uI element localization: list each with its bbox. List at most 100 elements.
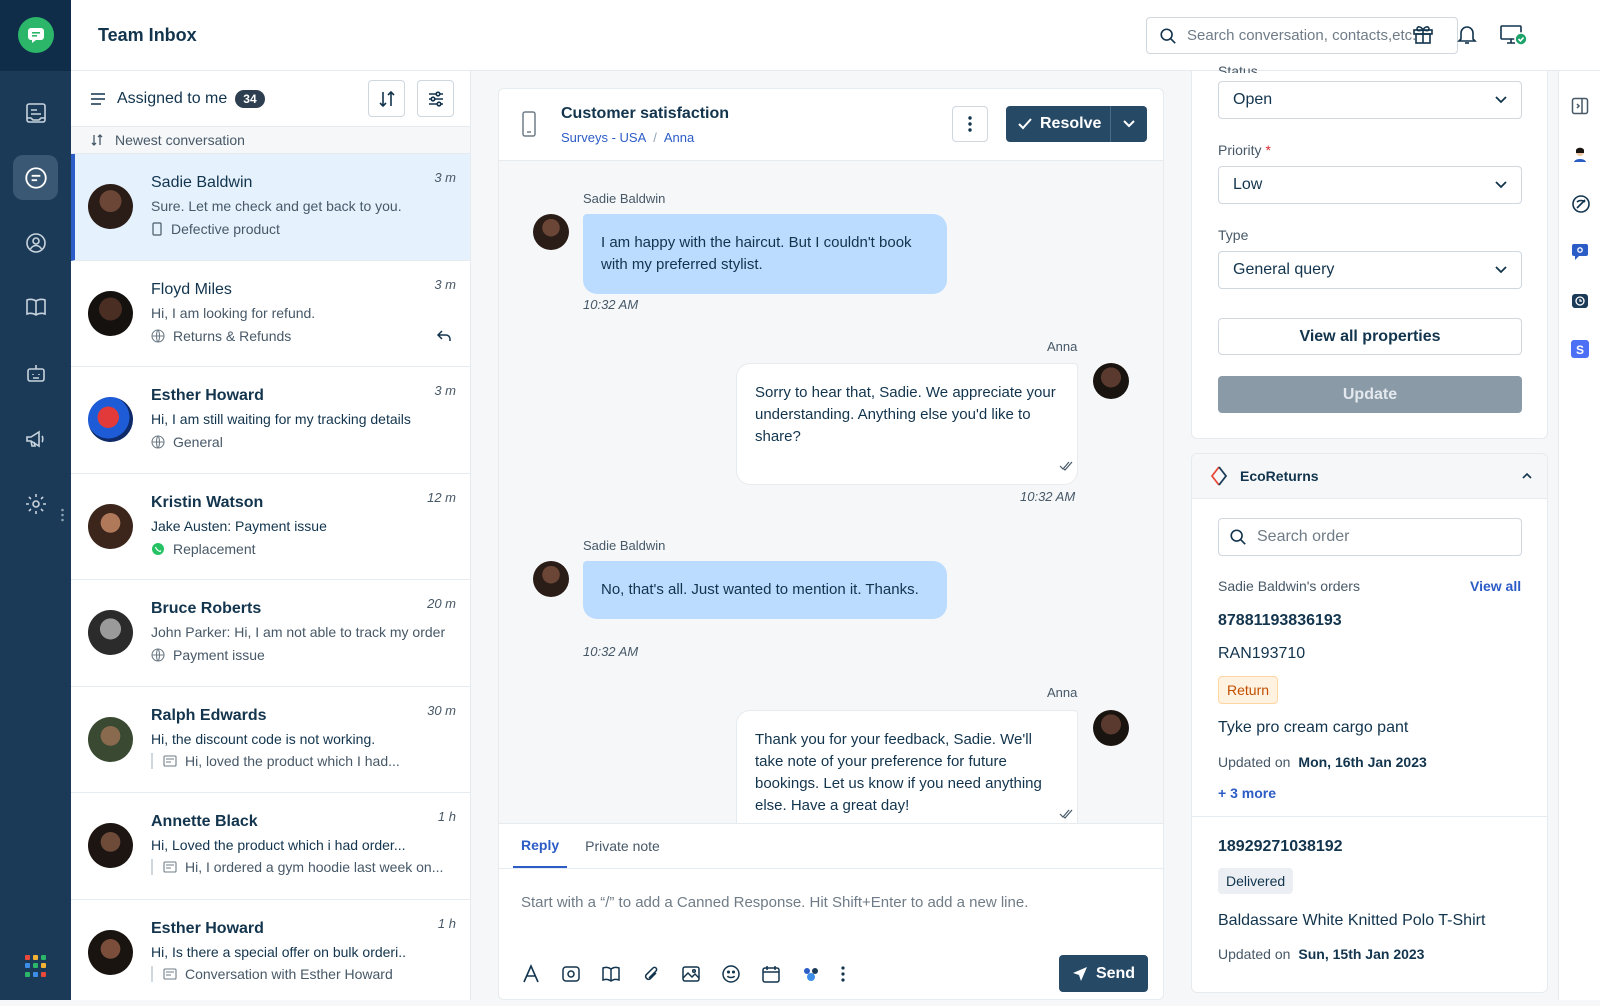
conversation-item[interactable]: Ralph Edwards 30 m Hi, the discount code… [71,687,470,794]
view-all-properties-button[interactable]: View all properties [1218,318,1522,355]
update-button[interactable]: Update [1218,376,1522,413]
emoji-icon[interactable] [721,964,741,984]
count-badge: 34 [235,90,264,108]
attachment-icon[interactable] [641,964,661,984]
svg-text:S: S [1576,343,1584,357]
agent-status-icon[interactable] [1499,22,1527,46]
sort-button[interactable] [368,80,405,117]
order-search-input[interactable]: Search order [1218,518,1522,556]
view-all-orders-link[interactable]: View all [1470,578,1521,594]
view-filter-label[interactable]: Assigned to me [117,90,227,108]
order-id[interactable]: 18929271038192 [1218,838,1343,856]
send-label: Send [1096,965,1135,983]
updated-label: Updated on [1218,754,1290,770]
conversation-time: 12 m [427,490,456,505]
ai-assist-icon[interactable] [801,964,821,984]
gift-icon[interactable] [1411,22,1435,46]
status-select[interactable]: Open [1218,81,1522,119]
sort-indicator[interactable]: Newest conversation [71,127,470,154]
contacts-icon[interactable] [13,220,58,265]
calendar-icon[interactable] [761,964,781,984]
conversation-item[interactable]: Floyd Miles 3 m Hi, I am looking for ref… [71,261,470,368]
ecoreturns-title: EcoReturns [1240,468,1319,484]
agent-avatar [1093,710,1129,746]
more-actions-button[interactable] [952,106,988,142]
type-label: Type [1218,227,1248,243]
composer-toolbar [521,964,845,984]
orders-heading: Sadie Baldwin's orders [1218,578,1360,594]
message-bubble: No, that's all. Just wanted to mention i… [583,561,947,619]
agent-avatar [1093,363,1129,399]
type-select[interactable]: General query [1218,251,1522,289]
ecoreturns-logo-icon [1210,466,1228,486]
conversation-item[interactable]: Esther Howard 1 h Hi, Is there a special… [71,900,470,1006]
priority-label: Priority * [1218,142,1271,158]
send-button[interactable]: Send [1059,955,1148,992]
message-sender: Anna [1047,685,1077,700]
ecoreturns-header[interactable]: EcoReturns [1192,454,1547,499]
inbox-icon[interactable] [13,155,58,200]
image-icon[interactable] [681,964,701,984]
text-format-icon[interactable] [521,964,541,984]
breadcrumb-agent[interactable]: Anna [664,130,694,145]
bot-icon[interactable] [13,350,58,395]
campaigns-icon[interactable] [13,416,58,461]
conversation-item[interactable]: Kristin Watson 12 m Jake Austen: Payment… [71,474,470,581]
conversation-item[interactable]: Annette Black 1 h Hi, Loved the product … [71,793,470,900]
knowledge-base-icon[interactable] [13,284,58,329]
order-id[interactable]: 87881193836193 [1218,612,1342,630]
chevron-up-icon[interactable] [1522,472,1532,479]
settings-icon[interactable] [13,481,58,526]
logo-area [0,0,71,71]
contact-name: Ralph Edwards [151,707,450,725]
breadcrumb-group[interactable]: Surveys - USA [561,130,646,145]
conversation-tag: Payment issue [173,647,265,663]
timer-app-icon[interactable] [1571,292,1589,310]
tab-private-note[interactable]: Private note [577,824,668,868]
filter-menu-icon[interactable] [89,90,107,108]
conversation-preview: Hi, Is there a special offer on bulk ord… [151,944,450,960]
kebab-icon [968,115,972,133]
more-tools-icon[interactable] [841,965,845,983]
logo-icon[interactable] [18,17,54,53]
solution-article-icon[interactable] [601,964,621,984]
priority-select[interactable]: Low [1218,166,1522,204]
bell-icon[interactable] [1455,22,1479,46]
tab-reply[interactable]: Reply [513,824,567,868]
contact-name: Floyd Miles [151,281,450,299]
timeline-app-icon[interactable] [1571,194,1591,214]
conversation-item[interactable]: Sadie Baldwin 3 m Sure. Let me check and… [71,154,470,261]
message-time: 10:32 AM [583,297,638,312]
tickets-icon[interactable] [13,90,58,135]
reply-composer: Reply Private note Start with a “/” to a… [499,823,1164,1000]
conversation-tag: Returns & Refunds [173,328,291,344]
contact-name: Kristin Watson [151,494,450,512]
mobile-channel-icon [521,111,537,137]
globe-icon [151,435,165,449]
conversation-item[interactable]: Bruce Roberts 20 m John Parker: Hi, I am… [71,580,470,687]
rail-more-icon[interactable] [61,508,64,522]
conversation-item[interactable]: Esther Howard 3 m Hi, I am still waiting… [71,367,470,474]
canned-response-icon[interactable] [561,964,581,984]
chat-panel: Customer satisfaction Surveys - USA / An… [498,88,1164,1000]
chat-app-icon[interactable] [1571,243,1589,261]
page-title: Team Inbox [98,25,197,46]
more-items-link[interactable]: + 3 more [1218,785,1276,801]
conversation-sub-preview: Hi, loved the product which I had... [185,753,400,769]
contact-details-icon[interactable] [1571,145,1589,163]
resolve-button[interactable]: Resolve [1006,106,1111,142]
breadcrumb: Surveys - USA / Anna [561,130,694,145]
apps-grid-icon[interactable] [25,955,47,977]
filter-button[interactable] [417,80,454,117]
contact-avatar [88,610,133,655]
email-icon [163,861,177,873]
collapse-panel-icon[interactable] [1571,97,1589,115]
conversation-preview: Jake Austen: Payment issue [151,518,450,534]
message-time: 10:32 AM [1020,489,1075,504]
resolve-dropdown-button[interactable] [1111,120,1147,128]
s-app-icon[interactable]: S [1571,340,1589,358]
email-icon [163,755,177,767]
required-asterisk: * [1265,142,1270,158]
sort-icon [378,90,396,108]
reply-input[interactable]: Start with a “/” to add a Canned Respons… [521,894,1028,911]
